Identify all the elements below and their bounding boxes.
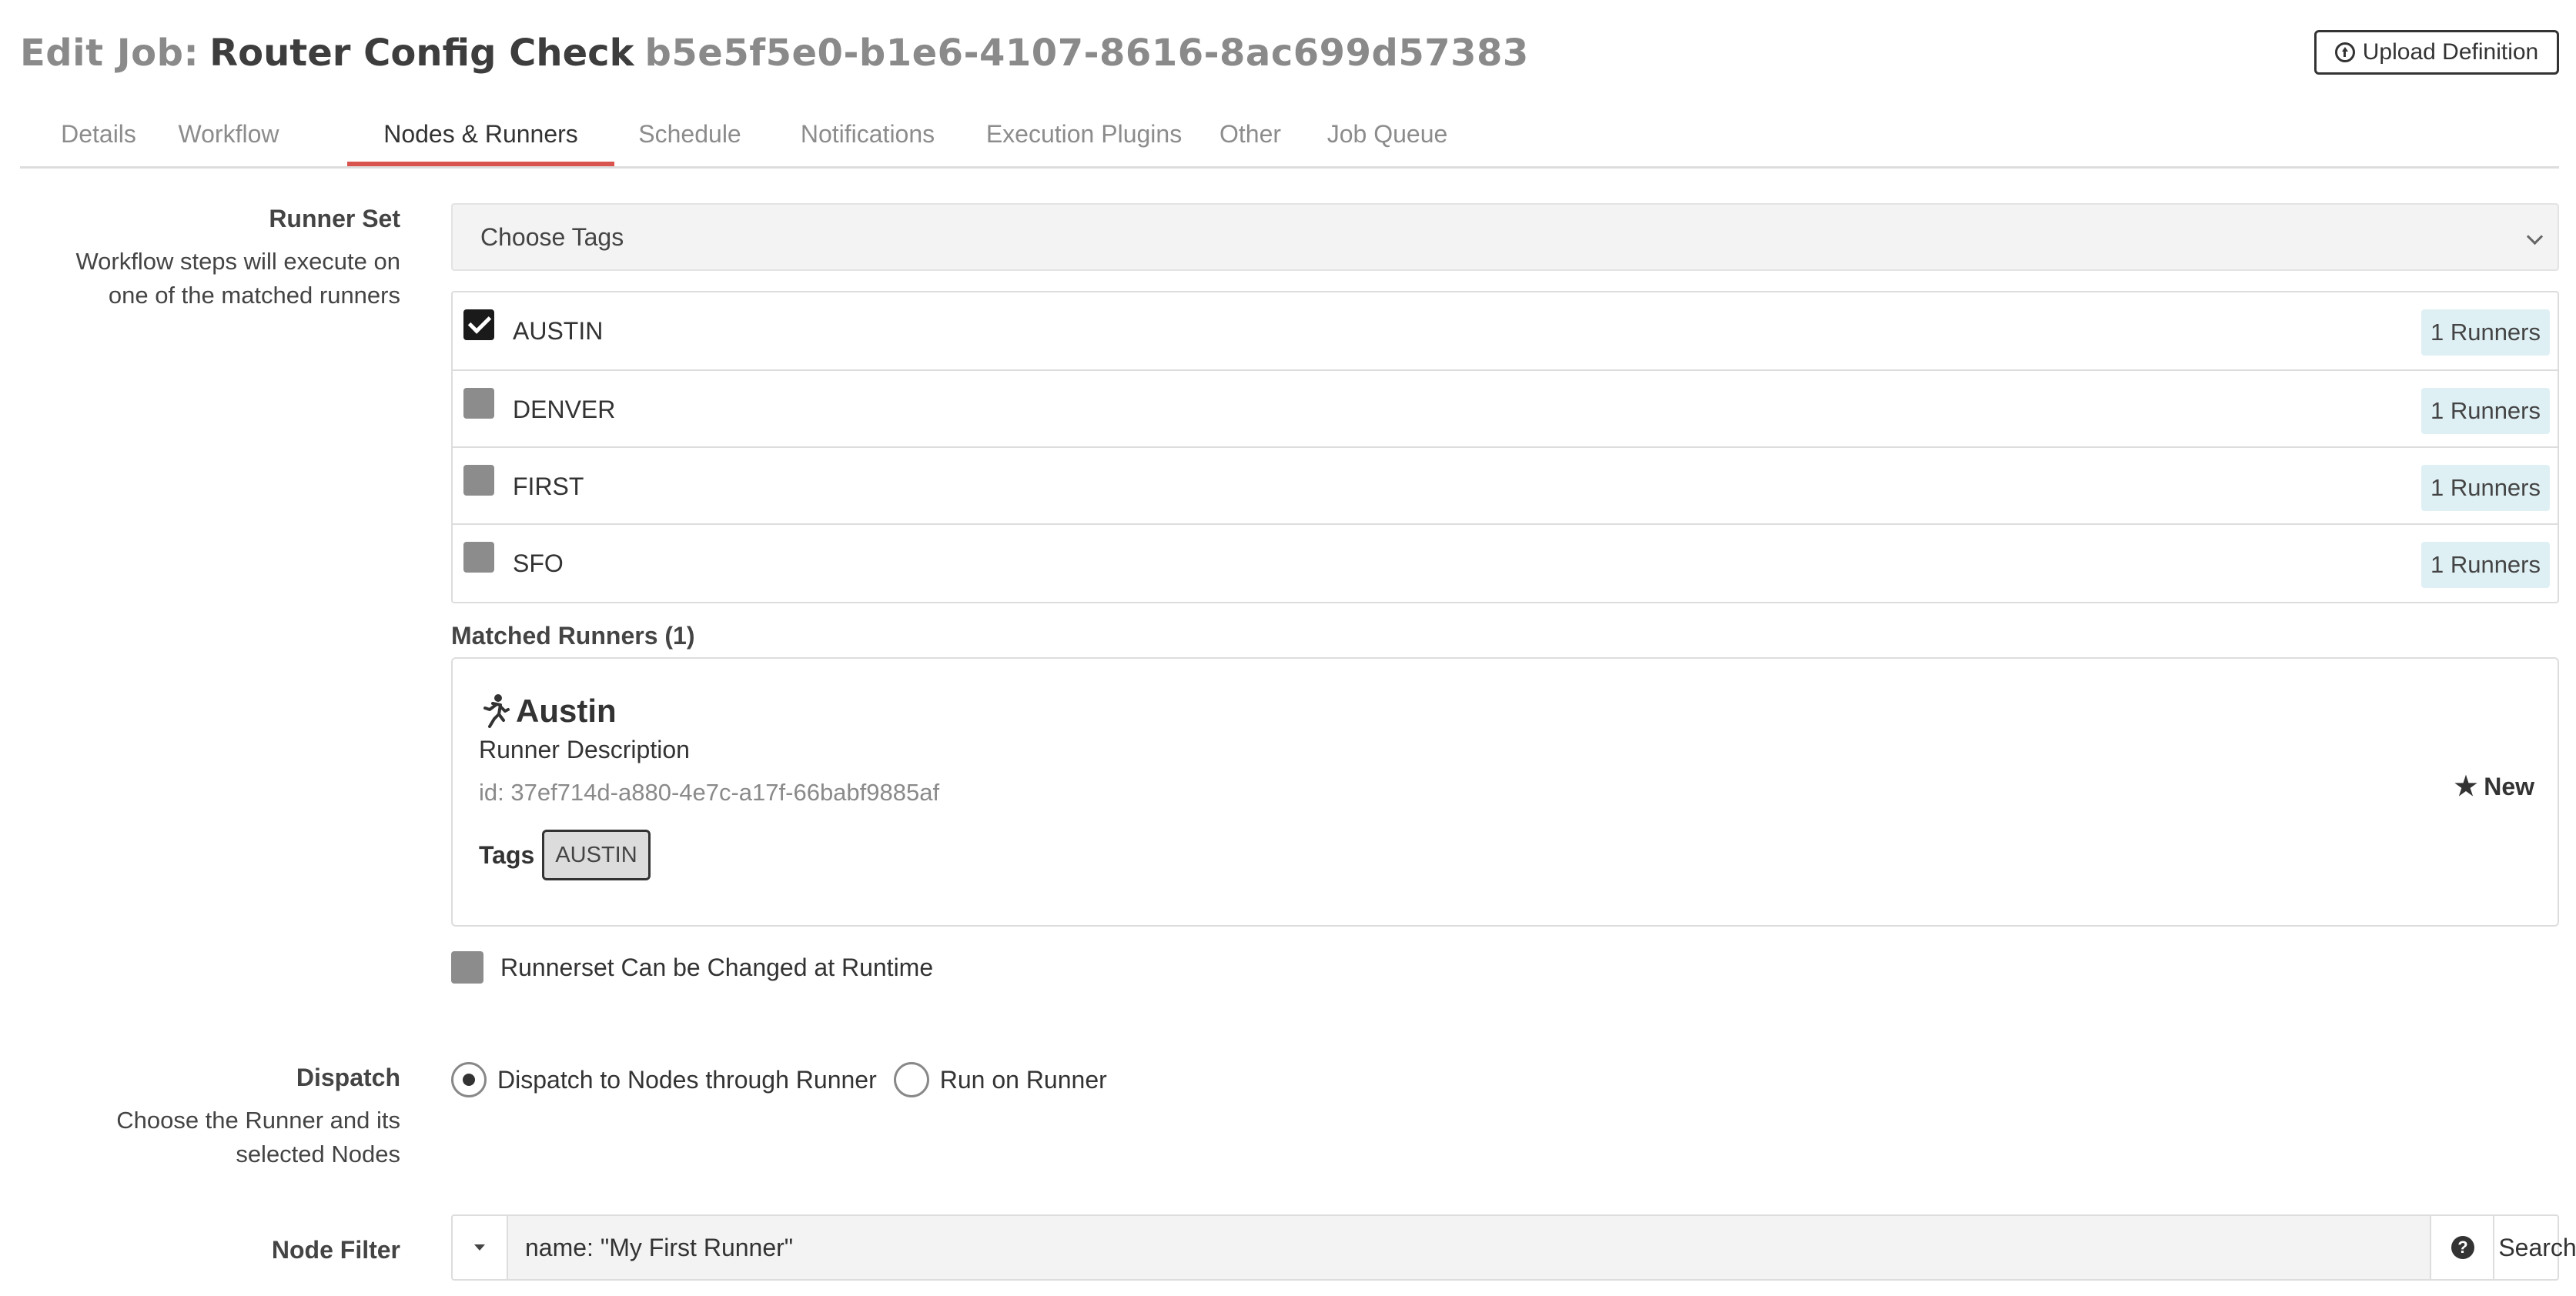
dispatch-options: Dispatch to Nodes through Runner Run on … <box>451 1062 1124 1097</box>
caret-down-icon <box>474 1244 485 1251</box>
tab-workflow[interactable]: Workflow <box>171 108 286 166</box>
tab-bar: Details Workflow Nodes & Runners Schedul… <box>20 108 2559 169</box>
tag-row-first[interactable]: FIRST 1 Runners <box>453 446 2558 523</box>
runner-set-title: Runner Set <box>269 205 400 232</box>
search-button[interactable]: Search <box>2493 1216 2576 1279</box>
tag-name: SFO <box>513 549 564 577</box>
tab-notifications[interactable]: Notifications <box>774 108 961 166</box>
dispatch-description: Choose the Runner and its selected Nodes <box>15 1104 400 1171</box>
page-title: Edit Job: Router Config Check b5e5f5e0-b… <box>20 26 1529 80</box>
tag-row-denver[interactable]: DENVER 1 Runners <box>453 369 2558 446</box>
tag-checkbox-first[interactable] <box>463 465 494 496</box>
runner-set-description-line2: one of the matched runners <box>108 282 400 309</box>
job-name: Router Config Check <box>209 32 634 75</box>
tag-row-austin[interactable]: AUSTIN 1 Runners <box>453 292 2558 369</box>
runner-tags: Tags AUSTIN <box>479 830 651 880</box>
upload-definition-button[interactable]: Upload Definition <box>2314 30 2559 75</box>
dispatch-description-line2: selected Nodes <box>236 1141 400 1167</box>
radio-dispatch-through-runner[interactable] <box>451 1062 487 1097</box>
tag-list: AUSTIN 1 Runners DENVER 1 Runners FIRST … <box>451 291 2559 603</box>
runner-count-badge: 1 Runners <box>2420 542 2550 588</box>
choose-tags-placeholder: Choose Tags <box>480 222 624 251</box>
upload-definition-label: Upload Definition <box>2362 39 2539 65</box>
node-filter-group: name: "My First Runner" ? Search <box>451 1214 2576 1281</box>
tab-job-queue[interactable]: Job Queue <box>1303 108 1472 166</box>
dispatch-title: Dispatch <box>296 1064 400 1091</box>
runner-tags-label: Tags <box>479 840 535 869</box>
tag-name: FIRST <box>513 473 584 500</box>
runtime-change-option[interactable]: Runnerset Can be Changed at Runtime <box>451 951 933 984</box>
tab-execution-plugins[interactable]: Execution Plugins <box>969 108 1199 166</box>
runner-count-badge: 1 Runners <box>2420 465 2550 511</box>
runner-header: Austin <box>479 693 617 730</box>
runner-count-badge: 1 Runners <box>2420 388 2550 434</box>
radio-label-run-on-runner[interactable]: Run on Runner <box>940 1066 1107 1094</box>
choose-tags-select[interactable]: Choose Tags <box>451 203 2559 271</box>
star-icon: ★ <box>2454 772 2478 801</box>
tag-name: DENVER <box>513 396 616 423</box>
tab-other[interactable]: Other <box>1207 108 1293 166</box>
tab-schedule[interactable]: Schedule <box>617 108 763 166</box>
tab-nodes-runners[interactable]: Nodes & Runners <box>347 108 614 166</box>
running-person-icon <box>483 694 510 728</box>
runner-set-description: Workflow steps will execute on one of th… <box>15 245 400 312</box>
question-circle-icon: ? <box>2451 1236 2474 1259</box>
node-filter-input[interactable]: name: "My First Runner" <box>508 1216 2430 1279</box>
new-badge-label: New <box>2484 772 2534 800</box>
tag-row-sfo[interactable]: SFO 1 Runners <box>453 523 2558 602</box>
node-filter-title: Node Filter <box>271 1236 400 1264</box>
title-prefix: Edit Job: <box>20 32 199 75</box>
tag-checkbox-denver[interactable] <box>463 388 494 419</box>
job-uuid: b5e5f5e0-b1e6-4107-8616-8ac699d57383 <box>644 32 1529 75</box>
runtime-change-label: Runnerset Can be Changed at Runtime <box>500 953 934 981</box>
filter-help-button[interactable]: ? <box>2430 1216 2494 1279</box>
runner-card: Austin Runner Description id: 37ef714d-a… <box>451 657 2559 927</box>
tag-checkbox-sfo[interactable] <box>463 542 494 573</box>
runner-count-badge: 1 Runners <box>2420 309 2550 356</box>
tag-checkbox-austin[interactable] <box>463 309 494 340</box>
radio-run-on-runner[interactable] <box>893 1062 929 1097</box>
radio-label-dispatch-through-runner[interactable]: Dispatch to Nodes through Runner <box>497 1066 877 1094</box>
runner-name: Austin <box>516 693 617 729</box>
tab-details[interactable]: Details <box>55 108 142 166</box>
runner-set-description-line1: Workflow steps will execute on <box>75 248 400 275</box>
filter-dropdown-button[interactable] <box>453 1216 508 1279</box>
runner-id: id: 37ef714d-a880-4e7c-a17f-66babf9885af <box>479 779 940 806</box>
runtime-change-checkbox[interactable] <box>451 951 483 984</box>
runner-description: Runner Description <box>479 736 690 763</box>
tag-name: AUSTIN <box>513 317 604 345</box>
runner-tag-chip: AUSTIN <box>542 830 651 880</box>
dispatch-description-line1: Choose the Runner and its <box>116 1107 400 1134</box>
matched-runners-heading: Matched Runners (1) <box>451 622 695 650</box>
new-badge: ★ New <box>2454 771 2534 802</box>
chevron-down-icon <box>2526 228 2544 246</box>
upload-icon <box>2334 42 2355 62</box>
